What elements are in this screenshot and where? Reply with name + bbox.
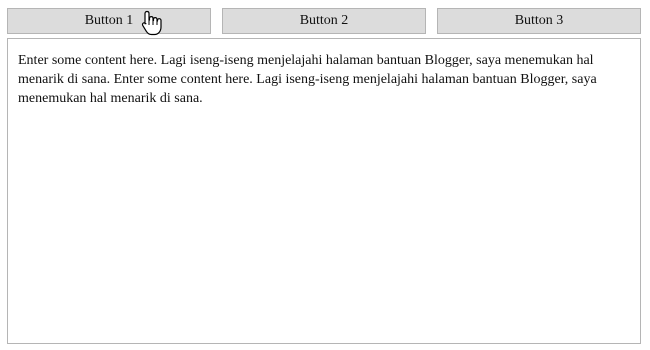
tab-content-text: Enter some content here. Lagi iseng-isen…	[18, 53, 597, 106]
tab-content-panel: Enter some content here. Lagi iseng-isen…	[7, 38, 641, 344]
tab-button-3[interactable]: Button 3	[437, 8, 641, 34]
tab-button-1-label: Button 1	[84, 13, 134, 28]
hand-pointer-icon	[141, 10, 162, 36]
tab-button-3-label: Button 3	[514, 13, 564, 28]
tab-button-2-label: Button 2	[299, 13, 349, 28]
tab-widget: Button 1 Button 2 Button 3 Enter some co…	[0, 0, 650, 350]
tab-button-1[interactable]: Button 1	[7, 8, 211, 34]
tab-button-2[interactable]: Button 2	[222, 8, 426, 34]
